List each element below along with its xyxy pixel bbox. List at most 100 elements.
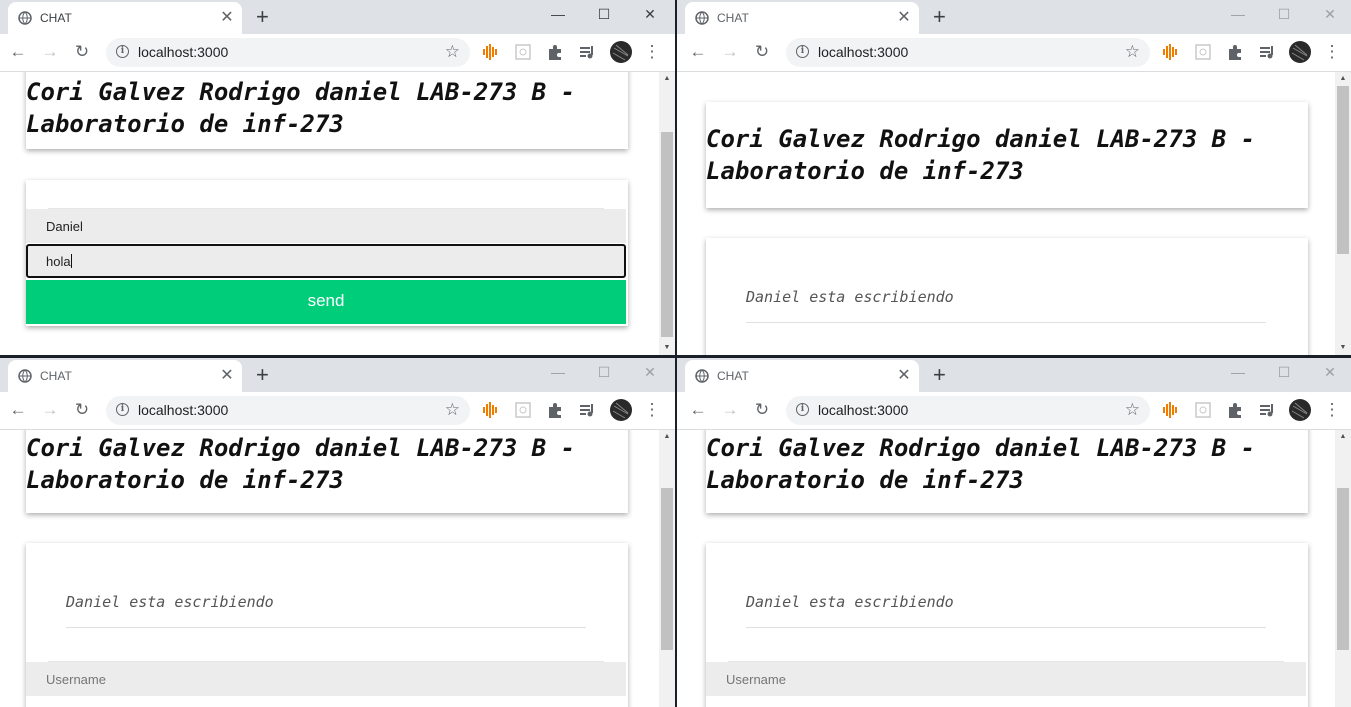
tab-strip: CHAT ✕ + — ☐ ✕ <box>0 0 675 34</box>
puzzle-icon[interactable] <box>546 43 564 61</box>
close-window-button[interactable]: ✕ <box>1307 358 1351 388</box>
browser-toolbar: ← → ↻ i localhost:3000 ☆ ⋮ <box>0 392 675 430</box>
media-queue-icon[interactable] <box>578 43 596 61</box>
new-tab-button[interactable]: + <box>256 5 269 29</box>
minimize-button[interactable]: — <box>535 0 581 30</box>
avatar[interactable] <box>610 41 632 63</box>
scroll-up-arrow-icon[interactable]: ▲ <box>1335 430 1351 444</box>
send-button[interactable]: send <box>26 280 626 324</box>
typing-indicator: Daniel esta escribiendo <box>746 593 954 611</box>
puzzle-icon[interactable] <box>546 401 564 419</box>
new-tab-button[interactable]: + <box>933 5 946 29</box>
puzzle-icon[interactable] <box>1226 401 1244 419</box>
vertical-scrollbar[interactable]: ▲ <box>659 430 675 707</box>
media-queue-icon[interactable] <box>1258 43 1276 61</box>
forward-button[interactable]: → <box>40 42 60 62</box>
username-input[interactable]: Username <box>706 662 1306 696</box>
reload-button[interactable]: ↻ <box>72 42 92 62</box>
audio-extension-icon[interactable] <box>482 43 500 61</box>
maximize-button[interactable]: ☐ <box>1261 0 1307 30</box>
forward-button[interactable]: → <box>720 400 740 420</box>
page-title-line1: Cori Galvez Rodrigo daniel LAB-273 B - <box>26 78 576 106</box>
minimize-button[interactable]: — <box>535 358 581 388</box>
extension-icon[interactable] <box>1194 401 1212 419</box>
scroll-down-arrow-icon[interactable]: ▼ <box>1335 341 1351 355</box>
minimize-button[interactable]: — <box>1215 358 1261 388</box>
audio-extension-icon[interactable] <box>1162 43 1180 61</box>
message-input-text: hola <box>46 254 71 269</box>
tab-close-icon[interactable]: ✕ <box>895 366 913 386</box>
address-bar[interactable]: i localhost:3000 ☆ <box>106 38 470 67</box>
close-window-button[interactable]: ✕ <box>1307 0 1351 30</box>
scrollbar-thumb[interactable] <box>661 132 673 337</box>
tab-chat[interactable]: CHAT ✕ <box>685 2 919 34</box>
back-button[interactable]: ← <box>8 400 28 420</box>
tab-chat[interactable]: CHAT ✕ <box>8 360 242 392</box>
page-title-line2: Laboratorio de inf-273 <box>706 466 1024 494</box>
address-bar[interactable]: i localhost:3000 ☆ <box>786 396 1150 425</box>
tab-chat[interactable]: CHAT ✕ <box>685 360 919 392</box>
audio-extension-icon[interactable] <box>1162 401 1180 419</box>
browser-menu-icon[interactable]: ⋮ <box>642 400 662 420</box>
avatar[interactable] <box>1289 399 1311 421</box>
bookmark-star-icon[interactable]: ☆ <box>1125 42 1140 62</box>
bookmark-star-icon[interactable]: ☆ <box>445 400 460 420</box>
avatar[interactable] <box>1289 41 1311 63</box>
extension-icon[interactable] <box>514 43 532 61</box>
close-window-button[interactable]: ✕ <box>627 0 673 30</box>
scrollbar-thumb[interactable] <box>1337 488 1349 650</box>
new-tab-button[interactable]: + <box>256 363 269 387</box>
minimize-button[interactable]: — <box>1215 0 1261 30</box>
close-window-button[interactable]: ✕ <box>627 358 673 388</box>
back-button[interactable]: ← <box>688 42 708 62</box>
tab-chat[interactable]: CHAT ✕ <box>8 2 242 34</box>
vertical-scrollbar[interactable]: ▲ ▼ <box>659 72 675 355</box>
tab-close-icon[interactable]: ✕ <box>895 8 913 28</box>
globe-icon <box>695 11 709 25</box>
bookmark-star-icon[interactable]: ☆ <box>1125 400 1140 420</box>
tab-close-icon[interactable]: ✕ <box>218 8 236 28</box>
forward-button[interactable]: → <box>40 400 60 420</box>
reload-button[interactable]: ↻ <box>72 400 92 420</box>
username-input[interactable]: Username <box>26 662 626 696</box>
media-queue-icon[interactable] <box>578 401 596 419</box>
browser-menu-icon[interactable]: ⋮ <box>642 42 662 62</box>
forward-button[interactable]: → <box>720 42 740 62</box>
info-icon[interactable]: i <box>116 403 129 416</box>
reload-button[interactable]: ↻ <box>752 42 772 62</box>
puzzle-icon[interactable] <box>1226 43 1244 61</box>
browser-menu-icon[interactable]: ⋮ <box>1322 400 1342 420</box>
username-input[interactable]: Daniel <box>26 209 626 243</box>
info-icon[interactable]: i <box>116 45 129 58</box>
scroll-up-arrow-icon[interactable]: ▲ <box>659 430 675 444</box>
info-icon[interactable]: i <box>796 403 809 416</box>
info-icon[interactable]: i <box>796 45 809 58</box>
maximize-button[interactable]: ☐ <box>581 0 627 30</box>
maximize-button[interactable]: ☐ <box>581 358 627 388</box>
scroll-up-arrow-icon[interactable]: ▲ <box>659 72 675 86</box>
address-bar[interactable]: i localhost:3000 ☆ <box>786 38 1150 67</box>
message-input[interactable]: hola <box>26 244 626 278</box>
reload-button[interactable]: ↻ <box>752 400 772 420</box>
scroll-down-arrow-icon[interactable]: ▼ <box>659 341 675 355</box>
back-button[interactable]: ← <box>688 400 708 420</box>
media-queue-icon[interactable] <box>1258 401 1276 419</box>
extension-icon[interactable] <box>514 401 532 419</box>
scrollbar-thumb[interactable] <box>661 488 673 650</box>
new-tab-button[interactable]: + <box>933 363 946 387</box>
address-bar[interactable]: i localhost:3000 ☆ <box>106 396 470 425</box>
browser-menu-icon[interactable]: ⋮ <box>1322 42 1342 62</box>
tab-title: CHAT <box>40 369 72 383</box>
maximize-button[interactable]: ☐ <box>1261 358 1307 388</box>
scrollbar-thumb[interactable] <box>1337 86 1349 254</box>
avatar[interactable] <box>610 399 632 421</box>
scroll-up-arrow-icon[interactable]: ▲ <box>1335 72 1351 86</box>
vertical-scrollbar[interactable]: ▲ ▼ <box>1335 72 1351 355</box>
audio-extension-icon[interactable] <box>482 401 500 419</box>
vertical-scrollbar[interactable]: ▲ <box>1335 430 1351 707</box>
window-divider-horizontal <box>0 355 1351 358</box>
tab-close-icon[interactable]: ✕ <box>218 366 236 386</box>
back-button[interactable]: ← <box>8 42 28 62</box>
extension-icon[interactable] <box>1194 43 1212 61</box>
bookmark-star-icon[interactable]: ☆ <box>445 42 460 62</box>
